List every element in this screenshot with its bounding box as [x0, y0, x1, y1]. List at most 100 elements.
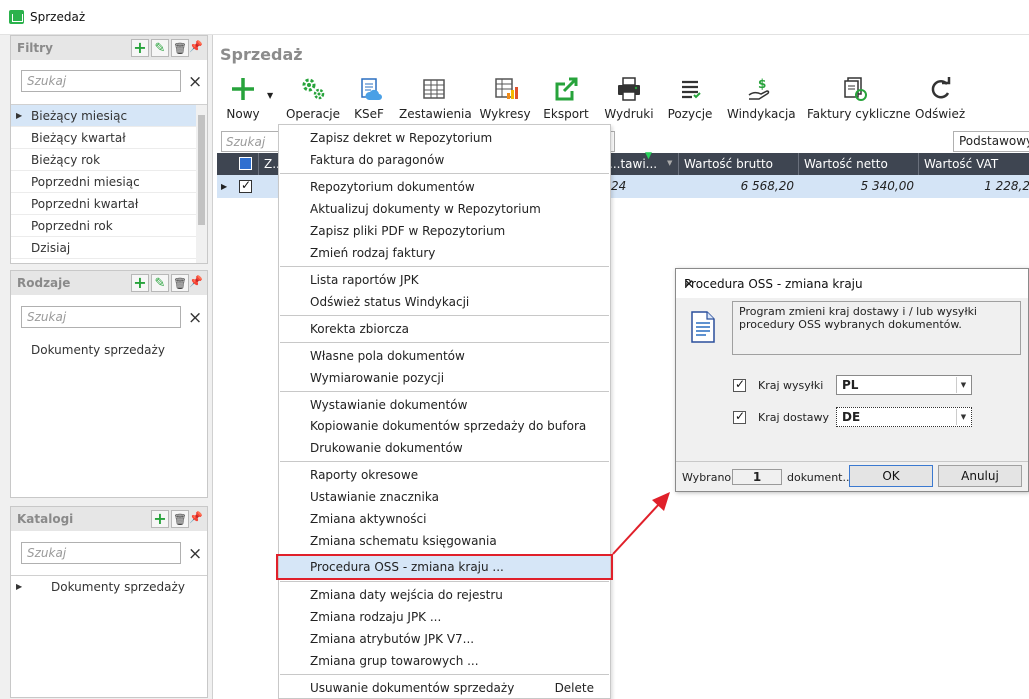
menu-item[interactable]: Drukowanie dokumentów [279, 437, 610, 459]
delete-kind-button[interactable]: 🗑 [171, 274, 189, 292]
pin-icon[interactable]: 📌 [189, 511, 203, 524]
menu-item[interactable]: Zapisz pliki PDF w Repozytorium [279, 220, 610, 242]
menu-item[interactable]: Zmiana rodzaju JPK ... [279, 606, 610, 628]
delivery-country-checkbox[interactable] [733, 409, 746, 424]
filters-title: Filtry [17, 41, 53, 55]
filter-funnel-icon[interactable]: ▼ [645, 151, 652, 161]
filters-scrollbar[interactable] [196, 105, 207, 263]
kind-item[interactable]: Dokumenty sprzedaży [11, 339, 207, 361]
menu-item[interactable]: Zmiana grup towarowych ... [279, 650, 610, 672]
operations-menu: Zapisz dekret w Repozytorium Faktura do … [278, 124, 611, 699]
edit-kind-button[interactable]: ✎ [151, 274, 169, 292]
kinds-search-box[interactable] [21, 306, 181, 328]
export-button[interactable]: Eksport [543, 75, 589, 123]
new-dropdown-icon[interactable]: ▼ [267, 91, 273, 100]
pin-icon[interactable]: 📌 [189, 40, 203, 53]
column-header[interactable]: Wartość brutto [679, 153, 799, 175]
printer-icon [618, 77, 640, 101]
menu-item[interactable]: Zmiana atrybutów JPK V7... [279, 628, 610, 650]
filter-item[interactable]: ▶ Bieżący miesiąc [11, 105, 207, 127]
menu-item[interactable]: Ustawianie znacznika [279, 486, 610, 508]
selected-label: Wybrano [682, 471, 732, 484]
catalogs-search-box[interactable] [21, 542, 181, 564]
menu-item[interactable]: Lista raportów JPK [279, 269, 610, 291]
filter-item[interactable]: Poprzedni kwartał [11, 193, 207, 215]
recurring-invoices-button[interactable]: Faktury cykliczne [807, 75, 910, 123]
filters-header: Filtry + ✎ 🗑 📌 [11, 36, 207, 60]
ok-button[interactable]: OK [849, 465, 933, 487]
filter-item[interactable]: Bieżący rok [11, 149, 207, 171]
export-icon [555, 77, 578, 101]
catalog-item[interactable]: ▶ Dokumenty sprzedaży [11, 576, 207, 598]
menu-item[interactable]: Aktualizuj dokumenty w Repozytorium [279, 198, 610, 220]
select-all-cell[interactable] [233, 153, 259, 175]
menu-item[interactable]: Odśwież status Windykacji [279, 291, 610, 313]
view-select[interactable]: Podstawowy u [953, 131, 1029, 152]
charts-button[interactable]: Wykresy [479, 75, 531, 123]
statements-button[interactable]: Zestawienia [399, 75, 472, 123]
app-icon [9, 10, 24, 24]
catalogs-clear-icon[interactable]: × [188, 546, 202, 563]
ship-country-checkbox[interactable] [733, 377, 746, 392]
close-icon[interactable]: ✕ [684, 277, 1019, 291]
filters-search-input[interactable] [22, 71, 180, 91]
menu-item[interactable]: Kopiowanie dokumentów sprzedaży do bufor… [279, 415, 610, 437]
menu-item[interactable]: Zmień rodzaj faktury [279, 242, 610, 264]
cancel-button[interactable]: Anuluj [938, 465, 1022, 487]
filter-item[interactable]: Dzisiaj [11, 237, 207, 259]
filters-clear-icon[interactable]: × [188, 74, 202, 91]
edit-filter-button[interactable]: ✎ [151, 39, 169, 57]
menu-item[interactable]: Wymiarowanie pozycji [279, 367, 610, 389]
delete-filter-button[interactable]: 🗑 [171, 39, 189, 57]
menu-item[interactable]: Raporty okresowe [279, 464, 610, 486]
table-icon [423, 79, 445, 99]
printouts-button[interactable]: Wydruki [603, 75, 655, 123]
chevron-down-icon[interactable]: ▼ [956, 377, 970, 393]
menu-item[interactable]: Repozytorium dokumentów [279, 176, 610, 198]
kinds-search-input[interactable] [22, 307, 180, 327]
filters-search-box[interactable] [21, 70, 181, 92]
new-button[interactable]: Nowy [221, 75, 265, 123]
add-kind-button[interactable]: + [131, 274, 149, 292]
kinds-panel: Rodzaje + ✎ 🗑 📌 × Dokumenty sprzedaży [10, 270, 208, 498]
grid-search-input[interactable] [222, 132, 280, 151]
add-catalog-button[interactable]: + [151, 510, 169, 528]
menu-item[interactable]: Zapisz dekret w Repozytorium [279, 127, 610, 149]
menu-item[interactable]: Zmiana aktywności [279, 508, 610, 530]
collection-button[interactable]: $ Windykacja [727, 75, 796, 123]
delivery-country-select[interactable]: DE ▼ [836, 407, 972, 427]
filter-item[interactable]: Poprzedni miesiąc [11, 171, 207, 193]
ksef-button[interactable]: KSeF [349, 75, 389, 123]
grid-search-box[interactable] [221, 131, 281, 152]
catalogs-search-input[interactable] [22, 543, 180, 563]
refresh-button[interactable]: Odśwież [915, 75, 965, 123]
menu-item[interactable]: Korekta zbiorcza [279, 318, 610, 340]
window-title: Sprzedaż [30, 10, 86, 24]
column-header[interactable]: Wartość netto [799, 153, 919, 175]
sort-dropdown-icon[interactable]: ▼ [667, 159, 672, 167]
select-all-checkbox[interactable] [239, 157, 252, 170]
filter-item[interactable]: Poprzedni rok [11, 215, 207, 237]
kinds-clear-icon[interactable]: × [188, 310, 202, 327]
menu-item[interactable]: Zmiana daty wejścia do rejestru [279, 584, 610, 606]
kinds-header: Rodzaje + ✎ 🗑 📌 [11, 271, 207, 295]
column-header[interactable]: Wartość VAT [919, 153, 1029, 175]
operations-button[interactable]: Operacje [285, 75, 341, 123]
pin-icon[interactable]: 📌 [189, 275, 203, 288]
menu-item[interactable]: Wystawianie dokumentów [279, 394, 610, 416]
menu-item[interactable]: Zmiana schematu księgowania [279, 530, 610, 552]
row-checkbox[interactable] [239, 178, 252, 193]
filter-item[interactable]: Bieżący kwartał [11, 127, 207, 149]
positions-button[interactable]: Pozycje [665, 75, 715, 123]
delete-catalog-button[interactable]: 🗑 [171, 510, 189, 528]
chevron-down-icon[interactable]: ▼ [956, 409, 970, 425]
ship-country-select[interactable]: PL ▼ [836, 375, 972, 395]
menu-item[interactable]: Własne pola dokumentów [279, 345, 610, 367]
menu-separator [280, 581, 609, 582]
add-filter-button[interactable]: + [131, 39, 149, 57]
menu-item[interactable]: Faktura do paragonów [279, 149, 610, 171]
scrollbar-thumb[interactable] [198, 115, 205, 225]
expand-icon[interactable]: ▶ [16, 576, 22, 598]
dialog-titlebar: Procedura OSS - zmiana kraju ✕ [676, 269, 1028, 298]
menu-item-delete-documents[interactable]: Usuwanie dokumentów sprzedaży Delete [279, 677, 610, 699]
